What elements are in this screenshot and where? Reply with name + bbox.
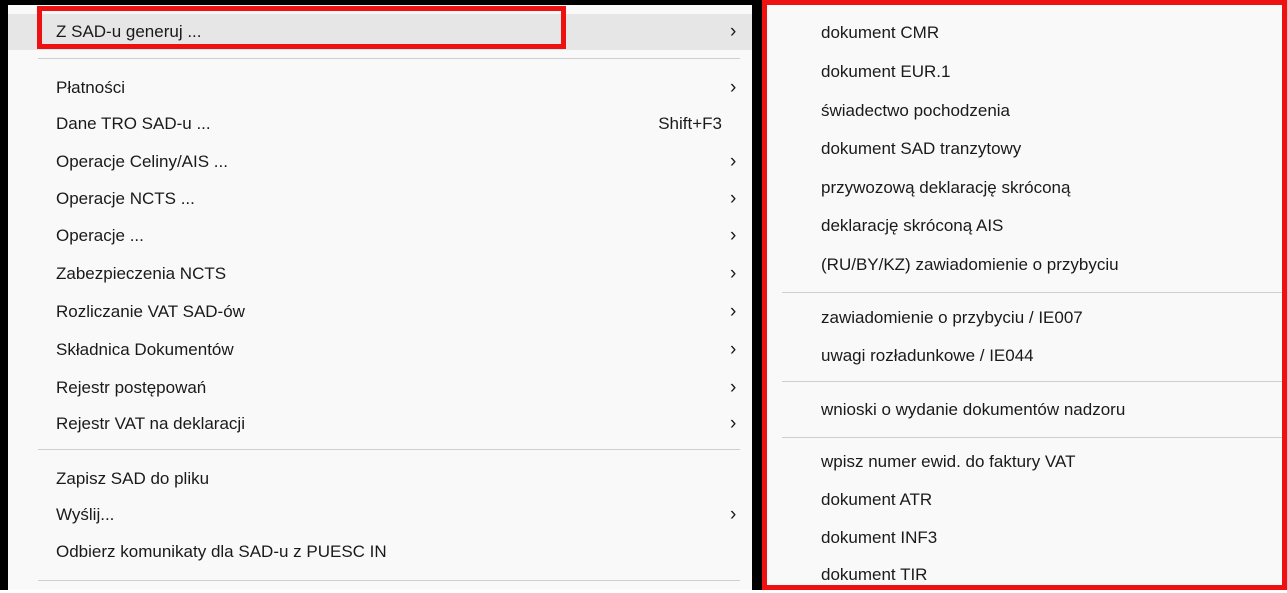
submenu-item-sad-tranzytowy[interactable]: dokument SAD tranzytowy [767, 131, 1282, 167]
menu-item-operacje-celiny[interactable]: Operacje Celiny/AIS ... › [8, 144, 752, 180]
submenu-item-wnioski[interactable]: wnioski o wydanie dokumentów nadzoru [767, 392, 1282, 428]
menu-item-label: Rejestr VAT na deklaracji [56, 414, 245, 433]
menu-item-rejestr-vat[interactable]: Rejestr VAT na deklaracji › [8, 406, 752, 442]
menu-item-rozliczanie-vat[interactable]: Rozliczanie VAT SAD-ów › [8, 294, 752, 330]
menu-item-skladnica-dokumentow[interactable]: Składnica Dokumentów › [8, 332, 752, 368]
menu-item-label: Odbierz komunikaty dla SAD-u z PUESC IN [56, 542, 387, 561]
submenu-item-ie007[interactable]: zawiadomienie o przybyciu / IE007 [767, 300, 1282, 336]
menu-item-label: Składnica Dokumentów [56, 340, 234, 359]
submenu-item-label: dokument INF3 [821, 528, 938, 547]
submenu-item-label: dokument EUR.1 [821, 62, 951, 81]
window-border [0, 0, 8, 590]
submenu-generate: dokument CMR dokument EUR.1 świadectwo p… [762, 0, 1287, 590]
submenu-item-atr[interactable]: dokument ATR [767, 482, 1282, 518]
menu-item-dane-tro[interactable]: Dane TRO SAD-u ... Shift+F3 [8, 106, 752, 142]
submenu-item-faktura-vat[interactable]: wpisz numer ewid. do faktury VAT [767, 444, 1282, 480]
context-menu: Z SAD-u generuj ... › Płatności › Dane T… [0, 0, 762, 590]
submenu-item-swiadectwo[interactable]: świadectwo pochodzenia [767, 93, 1282, 129]
submenu-item-label: dokument CMR [821, 23, 940, 42]
submenu-item-label: deklarację skróconą AIS [821, 216, 1004, 235]
chevron-right-icon: › [730, 21, 737, 42]
chevron-right-icon: › [730, 77, 737, 98]
menu-item-label: Rejestr postępowań [56, 378, 207, 397]
submenu-item-label: wpisz numer ewid. do faktury VAT [821, 452, 1076, 471]
menu-item-label: Zapisz SAD do pliku [56, 469, 210, 488]
highlight-box [37, 6, 566, 49]
chevron-right-icon: › [730, 188, 737, 209]
menu-separator [782, 437, 1282, 438]
submenu-item-label: świadectwo pochodzenia [821, 101, 1011, 120]
chevron-right-icon: › [730, 413, 737, 434]
menu-item-platnosci[interactable]: Płatności › [8, 70, 752, 106]
menu-separator [782, 292, 1282, 293]
submenu-item-inf3[interactable]: dokument INF3 [767, 520, 1282, 556]
submenu-item-label: dokument TIR [821, 565, 928, 584]
submenu-item-eur1[interactable]: dokument EUR.1 [767, 54, 1282, 90]
chevron-right-icon: › [730, 339, 737, 360]
menu-item-wyslij[interactable]: Wyślij... › [8, 497, 752, 533]
window-border [0, 0, 762, 5]
chevron-right-icon: › [730, 151, 737, 172]
menu-item-label: Operacje Celiny/AIS ... [56, 152, 228, 171]
menu-item-label: Płatności [56, 78, 125, 97]
menu-separator [38, 449, 740, 450]
submenu-item-label: uwagi rozładunkowe / IE044 [821, 346, 1034, 365]
menu-item-rejestr-postepowan[interactable]: Rejestr postępowań › [8, 370, 752, 406]
submenu-item-label: dokument SAD tranzytowy [821, 139, 1022, 158]
submenu-item-ru-by-kz[interactable]: (RU/BY/KZ) zawiadomienie o przybyciu [767, 247, 1282, 283]
chevron-right-icon: › [730, 263, 737, 284]
menu-item-label: Rozliczanie VAT SAD-ów [56, 302, 245, 321]
menu-separator [38, 58, 740, 59]
submenu-item-label: dokument ATR [821, 490, 933, 509]
submenu-item-label: przywozową deklarację skróconą [821, 178, 1071, 197]
menu-item-label: Zabezpieczenia NCTS [56, 264, 227, 283]
chevron-right-icon: › [730, 301, 737, 322]
chevron-right-icon: › [730, 225, 737, 246]
menu-item-label: Wyślij... [56, 505, 115, 524]
chevron-right-icon: › [730, 377, 737, 398]
menu-item-zapisz-sad[interactable]: Zapisz SAD do pliku [8, 461, 752, 497]
menu-item-label: Operacje ... [56, 226, 144, 245]
menu-separator [782, 381, 1282, 382]
submenu-item-deklaracja-ais[interactable]: deklarację skróconą AIS [767, 208, 1282, 244]
menu-separator [38, 580, 740, 581]
submenu-item-cmr[interactable]: dokument CMR [767, 15, 1282, 51]
submenu-item-label: wnioski o wydanie dokumentów nadzoru [821, 400, 1126, 419]
menu-item-label: Operacje NCTS ... [56, 189, 195, 208]
shortcut-label: Shift+F3 [658, 114, 722, 133]
submenu-item-label: zawiadomienie o przybyciu / IE007 [821, 308, 1083, 327]
menu-item-operacje-ncts[interactable]: Operacje NCTS ... › [8, 181, 752, 217]
menu-item-odbierz-komunikaty[interactable]: Odbierz komunikaty dla SAD-u z PUESC IN [8, 534, 752, 570]
menu-item-zabezpieczenia-ncts[interactable]: Zabezpieczenia NCTS › [8, 256, 752, 292]
submenu-item-tir[interactable]: dokument TIR [767, 557, 1282, 593]
submenu-item-label: (RU/BY/KZ) zawiadomienie o przybyciu [821, 255, 1119, 274]
menu-item-label: Dane TRO SAD-u ... [56, 114, 211, 133]
submenu-item-ie044[interactable]: uwagi rozładunkowe / IE044 [767, 338, 1282, 374]
window-border [752, 0, 762, 590]
chevron-right-icon: › [730, 504, 737, 525]
submenu-item-przywozowa[interactable]: przywozową deklarację skróconą [767, 170, 1282, 206]
menu-item-operacje[interactable]: Operacje ... › [8, 218, 752, 254]
